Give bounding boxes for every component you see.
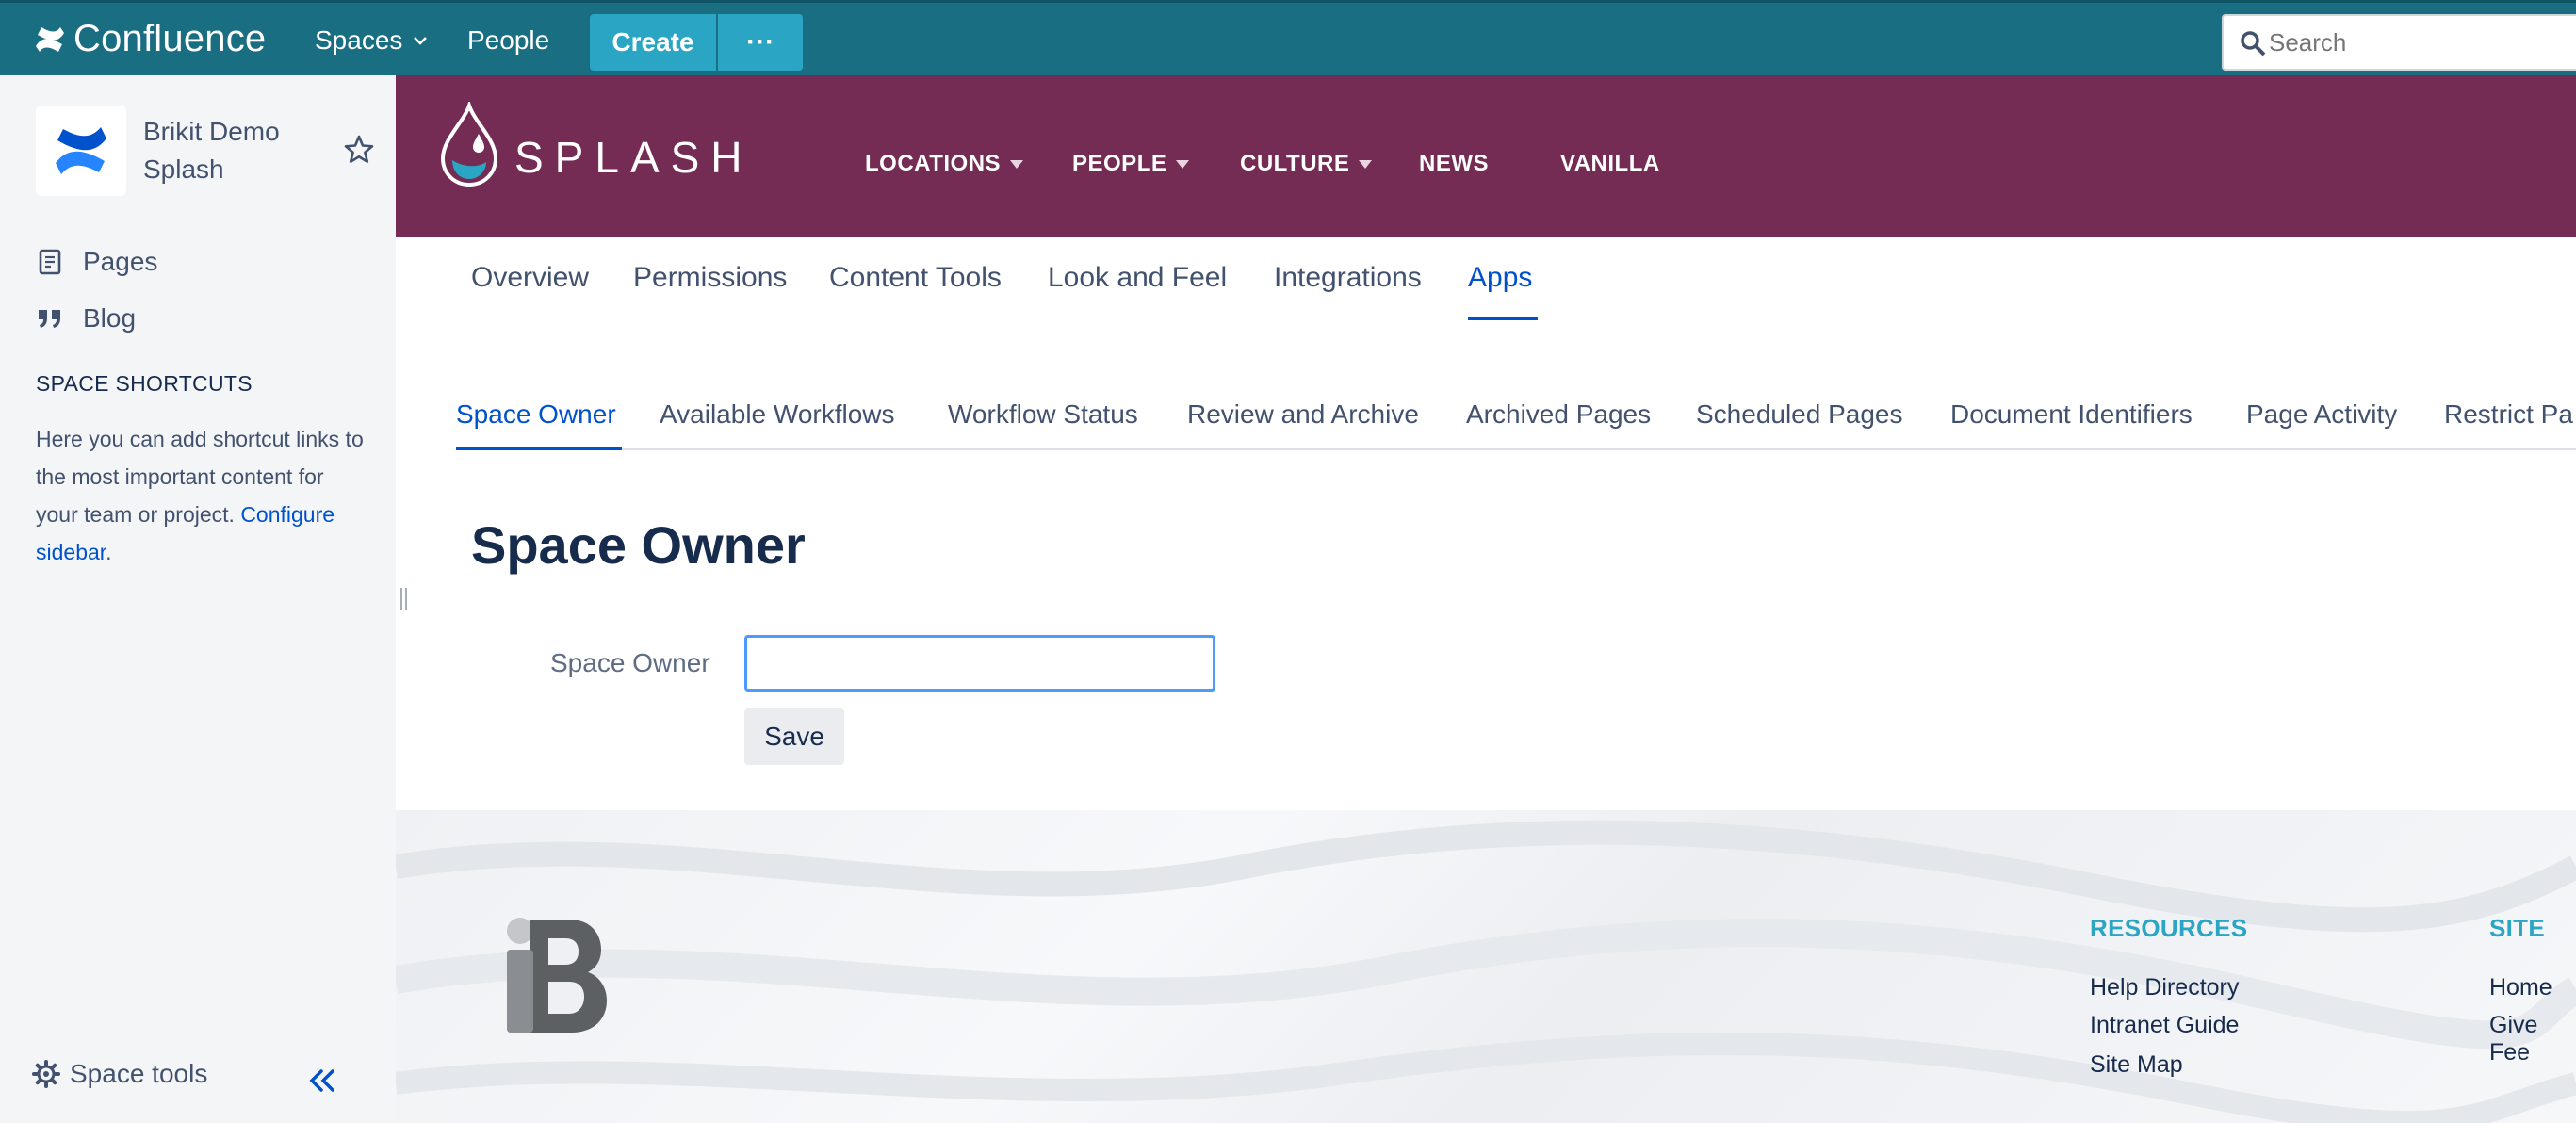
sidebar-item-pages[interactable]: Pages [36,247,157,277]
banner-nav-label: CULTURE [1240,151,1350,176]
spaces-menu[interactable]: Spaces [315,25,428,56]
shortcuts-period: . [106,540,112,564]
page-icon [39,249,61,275]
caret-down-icon [1176,159,1190,169]
subtab-review-and-archive[interactable]: Review and Archive [1187,399,1419,430]
banner-nav-label: VANILLA [1560,151,1660,176]
footer-link-site-map[interactable]: Site Map [2090,1051,2183,1079]
banner-nav-locations[interactable]: LOCATIONS [865,151,1024,177]
active-subtab-indicator [456,447,622,450]
space-shortcuts-description: Here you can add shortcut links to the m… [36,420,366,571]
subtab-scheduled-pages[interactable]: Scheduled Pages [1696,399,1903,430]
active-tab-indicator [1468,317,1538,320]
banner-nav-culture[interactable]: CULTURE [1240,151,1373,177]
subtab-divider [456,448,2576,450]
banner-nav-label: LOCATIONS [865,151,1002,176]
app-name: Confluence [73,18,267,59]
footer-link-intranet-guide[interactable]: Intranet Guide [2090,1012,2239,1039]
space-owner-input[interactable] [744,635,1215,692]
footer-heading-resources: RESOURCES [2090,914,2248,942]
spaces-label: Spaces [315,25,403,55]
top-navigation-bar: Confluence Spaces People Create ··· [0,0,2576,75]
confluence-logo-icon [36,26,64,52]
brikit-logo-icon[interactable] [503,914,609,1036]
space-owner-label: Space Owner [550,648,710,677]
gear-icon [32,1060,60,1088]
subtab-page-activity[interactable]: Page Activity [2246,399,2397,430]
search-icon [2241,31,2266,57]
water-drop-logo-icon[interactable] [435,102,503,188]
search-input[interactable] [2269,25,2570,59]
save-button[interactable]: Save [744,708,844,765]
quote-icon [39,310,60,328]
sidebar-resize-handle[interactable] [399,586,409,612]
space-name[interactable]: Brikit Demo Splash [143,113,332,188]
banner-nav-people[interactable]: PEOPLE [1072,151,1190,177]
subtab-archived-pages[interactable]: Archived Pages [1466,399,1651,430]
footer-background-texture [396,820,2576,1123]
banner-nav-label: PEOPLE [1072,151,1167,176]
people-link[interactable]: People [467,25,549,56]
banner-nav-news[interactable]: NEWS [1419,151,1489,177]
sidebar-item-label: Blog [83,303,137,333]
confluence-space-icon [56,127,106,174]
footer-heading-site: SITE [2489,914,2545,942]
subtab-workflow-status[interactable]: Workflow Status [948,399,1138,430]
tab-look-and-feel[interactable]: Look and Feel [1048,262,1227,294]
sidebar-item-blog[interactable]: Blog [36,303,136,334]
space-sidebar: Brikit Demo Splash Pages Blog SPACE SHOR… [0,75,396,1123]
star-icon[interactable] [343,134,375,166]
caret-down-icon [1010,159,1024,169]
tab-content-tools[interactable]: Content Tools [829,262,1002,294]
footer-link-help-directory[interactable]: Help Directory [2090,974,2239,1001]
space-shortcuts-heading: SPACE SHORTCUTS [36,371,253,396]
search-box[interactable] [2222,14,2576,71]
space-avatar[interactable] [36,106,126,196]
tab-apps[interactable]: Apps [1468,262,1532,294]
create-button[interactable]: Create [590,14,716,71]
tab-overview[interactable]: Overview [471,262,589,294]
space-tools-label: Space tools [70,1059,208,1088]
caret-down-icon [1359,159,1373,169]
tab-permissions[interactable]: Permissions [633,262,787,294]
tab-integrations[interactable]: Integrations [1274,262,1422,294]
subtab-space-owner[interactable]: Space Owner [456,399,616,430]
splash-header-banner: SPLASH LOCATIONS PEOPLE CULTURE NEWS VAN… [396,75,2576,237]
collapse-sidebar-icon[interactable] [307,1068,337,1093]
footer-link-home[interactable]: Home [2489,974,2552,1001]
splash-brand-text: SPLASH [514,133,754,182]
subtab-restrict-pages[interactable]: Restrict Pa [2444,399,2573,430]
confluence-logo[interactable]: Confluence [34,18,266,60]
page-title: Space Owner [471,515,806,575]
banner-nav-label: NEWS [1419,151,1489,176]
chevron-down-icon [414,37,428,45]
subtab-document-identifiers[interactable]: Document Identifiers [1950,399,2193,430]
more-create-options-button[interactable]: ··· [718,14,803,71]
banner-nav-vanilla[interactable]: VANILLA [1560,151,1660,177]
site-footer: RESOURCES Help Directory Intranet Guide … [396,810,2576,1123]
sidebar-item-label: Pages [83,247,158,276]
subtab-available-workflows[interactable]: Available Workflows [660,399,895,430]
people-label: People [467,25,550,55]
space-tools-button[interactable]: Space tools [32,1059,207,1089]
footer-link-give-feedback[interactable]: Give Fee [2489,1012,2576,1066]
